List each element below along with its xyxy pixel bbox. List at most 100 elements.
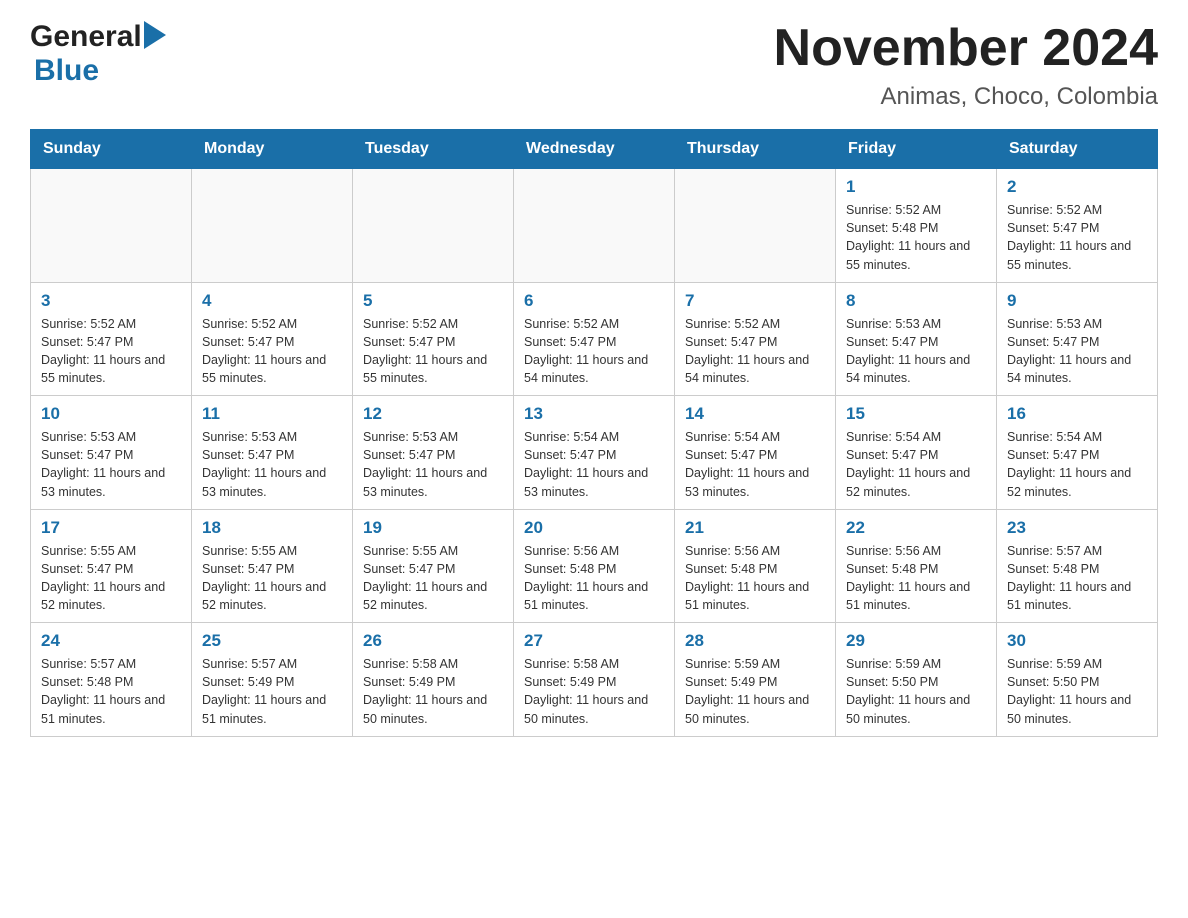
calendar-day: 7 Sunrise: 5:52 AMSunset: 5:47 PMDaylight…	[675, 282, 836, 396]
day-number: 20	[524, 518, 664, 538]
calendar-day	[353, 169, 514, 283]
day-info: Sunrise: 5:52 AMSunset: 5:47 PMDaylight:…	[685, 315, 825, 388]
day-info: Sunrise: 5:56 AMSunset: 5:48 PMDaylight:…	[846, 542, 986, 615]
day-number: 6	[524, 291, 664, 311]
day-number: 21	[685, 518, 825, 538]
day-number: 4	[202, 291, 342, 311]
calendar-day	[192, 169, 353, 283]
day-number: 30	[1007, 631, 1147, 651]
day-number: 16	[1007, 404, 1147, 424]
calendar-day	[31, 169, 192, 283]
day-number: 17	[41, 518, 181, 538]
calendar-day: 19 Sunrise: 5:55 AMSunset: 5:47 PMDayligh…	[353, 509, 514, 623]
logo-blue: Blue	[34, 54, 99, 88]
calendar-week-1: 1Sunrise: 5:52 AMSunset: 5:48 PMDaylight…	[31, 169, 1158, 283]
day-info: Sunrise: 5:59 AMSunset: 5:50 PMDaylight:…	[846, 655, 986, 728]
weekday-header-saturday: Saturday	[997, 130, 1158, 169]
day-info: Sunrise: 5:52 AMSunset: 5:47 PMDaylight:…	[202, 315, 342, 388]
day-info: Sunrise: 5:57 AMSunset: 5:48 PMDaylight:…	[1007, 542, 1147, 615]
day-number: 22	[846, 518, 986, 538]
calendar-day	[675, 169, 836, 283]
calendar-day: 27 Sunrise: 5:58 AMSunset: 5:49 PMDayligh…	[514, 623, 675, 737]
page-header: General Blue November 2024 Animas, Choco…	[30, 20, 1158, 111]
day-number: 2	[1007, 177, 1147, 197]
day-number: 15	[846, 404, 986, 424]
day-info: Sunrise: 5:53 AMSunset: 5:47 PMDaylight:…	[1007, 315, 1147, 388]
weekday-header-monday: Monday	[192, 130, 353, 169]
calendar-day: 4 Sunrise: 5:52 AMSunset: 5:47 PMDaylight…	[192, 282, 353, 396]
day-number: 12	[363, 404, 503, 424]
day-info: Sunrise: 5:59 AMSunset: 5:49 PMDaylight:…	[685, 655, 825, 728]
calendar-header: SundayMondayTuesdayWednesdayThursdayFrid…	[31, 130, 1158, 169]
day-info: Sunrise: 5:56 AMSunset: 5:48 PMDaylight:…	[524, 542, 664, 615]
day-number: 3	[41, 291, 181, 311]
title-section: November 2024 Animas, Choco, Colombia	[774, 20, 1158, 111]
calendar-day: 23 Sunrise: 5:57 AMSunset: 5:48 PMDayligh…	[997, 509, 1158, 623]
day-info: Sunrise: 5:54 AMSunset: 5:47 PMDaylight:…	[524, 428, 664, 501]
day-number: 19	[363, 518, 503, 538]
day-number: 28	[685, 631, 825, 651]
calendar-day: 5Sunrise: 5:52 AMSunset: 5:47 PMDaylight…	[353, 282, 514, 396]
calendar-day: 22 Sunrise: 5:56 AMSunset: 5:48 PMDayligh…	[836, 509, 997, 623]
calendar-day: 11 Sunrise: 5:53 AMSunset: 5:47 PMDayligh…	[192, 396, 353, 510]
calendar-table: SundayMondayTuesdayWednesdayThursdayFrid…	[30, 129, 1158, 737]
day-info: Sunrise: 5:57 AMSunset: 5:48 PMDaylight:…	[41, 655, 181, 728]
calendar-day: 16Sunrise: 5:54 AMSunset: 5:47 PMDayligh…	[997, 396, 1158, 510]
day-number: 13	[524, 404, 664, 424]
weekday-header-wednesday: Wednesday	[514, 130, 675, 169]
calendar-day: 18 Sunrise: 5:55 AMSunset: 5:47 PMDayligh…	[192, 509, 353, 623]
calendar-day: 14 Sunrise: 5:54 AMSunset: 5:47 PMDayligh…	[675, 396, 836, 510]
day-number: 29	[846, 631, 986, 651]
day-info: Sunrise: 5:53 AMSunset: 5:47 PMDaylight:…	[41, 428, 181, 501]
day-info: Sunrise: 5:59 AMSunset: 5:50 PMDaylight:…	[1007, 655, 1147, 728]
calendar-day: 15 Sunrise: 5:54 AMSunset: 5:47 PMDayligh…	[836, 396, 997, 510]
calendar-day: 8Sunrise: 5:53 AMSunset: 5:47 PMDaylight…	[836, 282, 997, 396]
day-number: 26	[363, 631, 503, 651]
page-title: November 2024	[774, 20, 1158, 77]
calendar-day	[514, 169, 675, 283]
day-number: 11	[202, 404, 342, 424]
day-number: 23	[1007, 518, 1147, 538]
calendar-day: 2Sunrise: 5:52 AMSunset: 5:47 PMDaylight…	[997, 169, 1158, 283]
day-info: Sunrise: 5:58 AMSunset: 5:49 PMDaylight:…	[363, 655, 503, 728]
calendar-day: 20 Sunrise: 5:56 AMSunset: 5:48 PMDayligh…	[514, 509, 675, 623]
weekday-header-friday: Friday	[836, 130, 997, 169]
calendar-week-3: 10Sunrise: 5:53 AMSunset: 5:47 PMDayligh…	[31, 396, 1158, 510]
weekday-header-sunday: Sunday	[31, 130, 192, 169]
day-info: Sunrise: 5:55 AMSunset: 5:47 PMDaylight:…	[202, 542, 342, 615]
day-info: Sunrise: 5:53 AMSunset: 5:47 PMDaylight:…	[202, 428, 342, 501]
day-info: Sunrise: 5:54 AMSunset: 5:47 PMDaylight:…	[685, 428, 825, 501]
day-number: 7	[685, 291, 825, 311]
logo: General Blue	[30, 20, 166, 88]
day-info: Sunrise: 5:52 AMSunset: 5:47 PMDaylight:…	[41, 315, 181, 388]
calendar-day: 26 Sunrise: 5:58 AMSunset: 5:49 PMDayligh…	[353, 623, 514, 737]
calendar-day: 10Sunrise: 5:53 AMSunset: 5:47 PMDayligh…	[31, 396, 192, 510]
calendar-day: 24 Sunrise: 5:57 AMSunset: 5:48 PMDayligh…	[31, 623, 192, 737]
day-number: 27	[524, 631, 664, 651]
calendar-week-4: 17 Sunrise: 5:55 AMSunset: 5:47 PMDayligh…	[31, 509, 1158, 623]
day-info: Sunrise: 5:54 AMSunset: 5:47 PMDaylight:…	[846, 428, 986, 501]
logo-arrow-icon	[144, 21, 166, 49]
calendar-week-5: 24 Sunrise: 5:57 AMSunset: 5:48 PMDayligh…	[31, 623, 1158, 737]
calendar-day: 30 Sunrise: 5:59 AMSunset: 5:50 PMDayligh…	[997, 623, 1158, 737]
calendar-day: 25Sunrise: 5:57 AMSunset: 5:49 PMDayligh…	[192, 623, 353, 737]
day-info: Sunrise: 5:53 AMSunset: 5:47 PMDaylight:…	[846, 315, 986, 388]
calendar-day: 12Sunrise: 5:53 AMSunset: 5:47 PMDayligh…	[353, 396, 514, 510]
weekday-header-row: SundayMondayTuesdayWednesdayThursdayFrid…	[31, 130, 1158, 169]
calendar-day: 3 Sunrise: 5:52 AMSunset: 5:47 PMDaylight…	[31, 282, 192, 396]
page-subtitle: Animas, Choco, Colombia	[774, 83, 1158, 111]
day-number: 1	[846, 177, 986, 197]
weekday-header-thursday: Thursday	[675, 130, 836, 169]
calendar-day: 9Sunrise: 5:53 AMSunset: 5:47 PMDaylight…	[997, 282, 1158, 396]
day-number: 14	[685, 404, 825, 424]
calendar-day: 6Sunrise: 5:52 AMSunset: 5:47 PMDaylight…	[514, 282, 675, 396]
day-info: Sunrise: 5:55 AMSunset: 5:47 PMDaylight:…	[41, 542, 181, 615]
day-number: 18	[202, 518, 342, 538]
day-number: 25	[202, 631, 342, 651]
calendar-day: 28 Sunrise: 5:59 AMSunset: 5:49 PMDayligh…	[675, 623, 836, 737]
day-info: Sunrise: 5:58 AMSunset: 5:49 PMDaylight:…	[524, 655, 664, 728]
calendar-body: 1Sunrise: 5:52 AMSunset: 5:48 PMDaylight…	[31, 169, 1158, 737]
day-info: Sunrise: 5:55 AMSunset: 5:47 PMDaylight:…	[363, 542, 503, 615]
day-number: 24	[41, 631, 181, 651]
calendar-day: 17 Sunrise: 5:55 AMSunset: 5:47 PMDayligh…	[31, 509, 192, 623]
